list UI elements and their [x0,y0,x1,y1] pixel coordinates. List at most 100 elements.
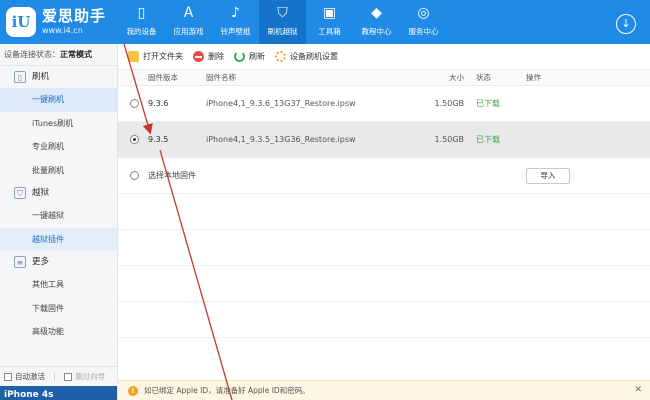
table-header: 固件版本 固件名称 大小 状态 操作 [118,70,650,86]
firmware-size: 1.50GB [434,135,465,144]
firmware-size: 1.50GB [434,99,465,108]
sidebar-group-more[interactable]: ≡ 更多 [0,251,117,273]
nav-label: 铃声壁纸 [220,27,251,36]
device-name: iPhone 4s [0,386,117,400]
empty-row [118,230,650,266]
sidebar-item-one-click-flash[interactable]: 一键刷机 [0,88,117,112]
nav-flash-jailbreak[interactable]: ⛉ 刷机越狱 [259,0,306,44]
nav-ringtones-wallpapers[interactable]: ♪ 铃声壁纸 [212,0,259,44]
local-firmware-row[interactable]: 选择本地固件 导入 [118,158,650,194]
device-connection-status: 设备连接状态：正常模式 [0,44,117,66]
group-label: 更多 [32,257,50,267]
app-store-icon: A [183,5,194,21]
sidebar-item-download-firmware[interactable]: 下载固件 [0,297,117,321]
toolbox-icon: ▣ [322,5,337,21]
sidebar-options: 自动激活 | 跳过向导 [0,366,117,386]
sidebar-item-advanced[interactable]: 高级功能 [0,320,117,344]
download-button[interactable]: ↓ [616,14,636,34]
sidebar-group-jailbreak[interactable]: ⛉ 越狱 [0,182,117,204]
nav-label: 刷机越狱 [267,27,298,36]
firmware-radio-selected[interactable] [130,135,139,144]
toolbar: 打开文件夹 删除 刷新 设备刷机设置 [118,44,650,70]
flash-settings-button[interactable]: 设备刷机设置 [275,51,338,62]
header-version: 固件版本 [148,73,178,82]
table-row-selected[interactable]: 9.3.5 iPhone4,1_9.3.5_13G36_Restore.ipsw… [118,122,650,158]
refresh-button[interactable]: 刷新 [234,51,265,62]
shield-icon: ⛉ [14,186,26,199]
compass-icon: ◎ [417,5,430,21]
download-icon: ↓ [621,17,631,30]
empty-row [118,302,650,338]
flash-settings-label: 设备刷机设置 [290,52,338,61]
local-firmware-radio[interactable] [130,171,139,180]
firmware-radio[interactable] [130,99,139,108]
skip-guide-label: 跳过向导 [75,372,106,381]
logo-name: 爱思助手 [42,7,107,25]
sidebar-item-pro-flash[interactable]: 专业刷机 [0,135,117,159]
sidebar-group-flash[interactable]: ▯ 刷机 [0,66,117,88]
firmware-version: 9.3.5 [148,135,169,144]
notice-bar: ! 如已绑定 Apple ID，请准备好 Apple ID和密码。 ✕ [118,380,650,400]
nav-my-device[interactable]: ▯ 我的设备 [118,0,165,44]
status-label: 设备连接状态： [4,50,60,59]
sidebar-item-itunes-flash[interactable]: iTunes刷机 [0,112,117,136]
nav-service-center[interactable]: ◎ 服务中心 [400,0,447,44]
nav-label: 服务中心 [408,27,439,36]
delete-button[interactable]: 删除 [193,51,224,62]
music-wallpaper-icon: ♪ [231,5,240,21]
firmware-version-cell: 9.3.5 [118,135,206,144]
sidebar-item-jailbreak-plugins[interactable]: 越狱插件 [0,227,117,251]
nav-apps-games[interactable]: A 应用游戏 [165,0,212,44]
firmware-version-cell: 9.3.6 [118,99,206,108]
firmware-name: iPhone4,1_9.3.5_13G36_Restore.ipsw [206,135,356,144]
header-name: 固件名称 [206,73,236,82]
sidebar-item-batch-flash[interactable]: 批量刷机 [0,159,117,183]
close-icon[interactable]: ✕ [634,385,642,395]
group-label: 刷机 [32,72,50,82]
empty-row [118,266,650,302]
phone-icon: ▯ [14,70,26,83]
delete-icon [193,51,204,62]
status-value: 正常模式 [60,50,92,59]
table-row[interactable]: 9.3.6 iPhone4,1_9.3.6_13G37_Restore.ipsw… [118,86,650,122]
refresh-icon [234,51,245,62]
skip-guide-checkbox[interactable] [64,373,73,381]
nav-label: 工具箱 [318,27,341,36]
divider: | [53,372,56,381]
import-cell: 导入 [526,167,586,184]
nav-toolbox[interactable]: ▣ 工具箱 [306,0,353,44]
menu-icon: ≡ [14,255,26,268]
auto-activate-label: 自动激活 [15,372,45,381]
gear-icon [275,51,286,62]
open-folder-label: 打开文件夹 [143,52,183,61]
nav-tutorials[interactable]: ◆ 教程中心 [353,0,400,44]
group-label: 越狱 [32,188,50,198]
auto-activate-checkbox[interactable] [4,373,12,381]
logo-url: www.i4.cn [42,26,83,35]
main-nav: ▯ 我的设备 A 应用游戏 ♪ 铃声壁纸 ⛉ 刷机越狱 ▣ 工具箱 ◆ 教程中心… [118,0,447,44]
import-button[interactable]: 导入 [526,167,570,184]
empty-row [118,194,650,230]
nav-label: 我的设备 [126,27,157,36]
delete-label: 删除 [208,52,224,61]
local-firmware-label: 选择本地固件 [148,171,196,180]
firmware-status: 已下载 [476,99,500,108]
graduation-cap-icon: ◆ [371,5,382,21]
logo-badge: iU [6,7,36,37]
notice-text: 如已绑定 Apple ID，请准备好 Apple ID和密码。 [144,386,310,395]
local-firmware-cell: 选择本地固件 [118,170,424,181]
sidebar-item-other-tools[interactable]: 其他工具 [0,273,117,297]
phone-icon: ▯ [137,5,146,21]
nav-label: 教程中心 [361,27,392,36]
firmware-name: iPhone4,1_9.3.6_13G37_Restore.ipsw [206,99,356,108]
sidebar: 设备连接状态：正常模式 ▯ 刷机 一键刷机 iTunes刷机 专业刷机 批量刷机 … [0,44,118,400]
firmware-version: 9.3.6 [148,99,169,108]
flash-jailbreak-icon: ⛉ [277,5,288,21]
sidebar-item-one-click-jailbreak[interactable]: 一键越狱 [0,204,117,228]
main-panel: 打开文件夹 删除 刷新 设备刷机设置 固件版本 固件名称 大小 状态 操作 9.… [118,44,650,400]
open-folder-button[interactable]: 打开文件夹 [128,51,183,62]
warning-icon: ! [128,385,138,396]
firmware-status: 已下载 [476,135,500,144]
top-bar: iU 爱思助手 www.i4.cn ▯ 我的设备 A 应用游戏 ♪ 铃声壁纸 ⛉… [0,0,650,44]
header-size: 大小 [449,73,464,82]
